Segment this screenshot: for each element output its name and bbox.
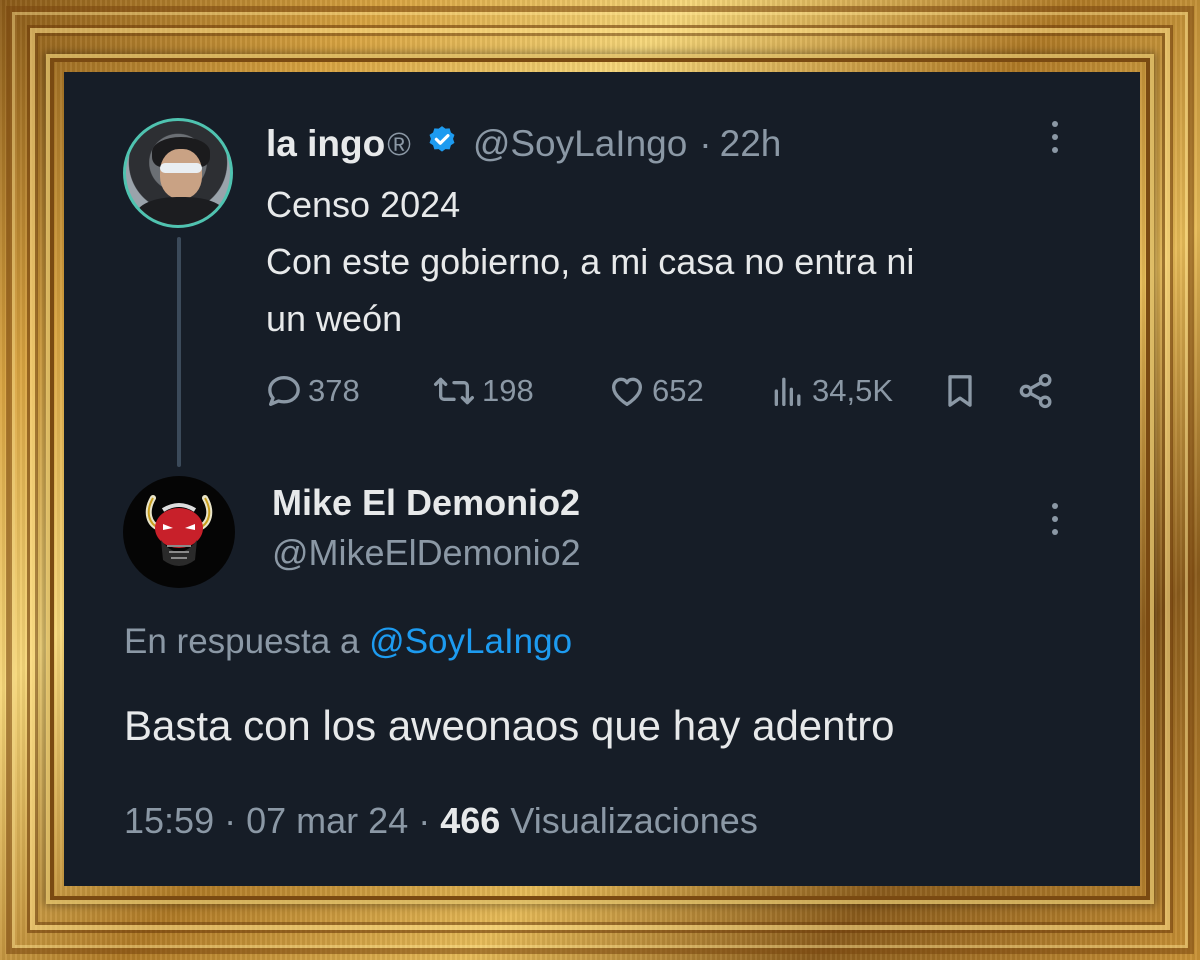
tweet-action-bar: 378 198 652 34,5K bbox=[264, 370, 1064, 412]
parent-handle[interactable]: @SoyLaIngo bbox=[473, 123, 687, 165]
like-button[interactable]: 652 bbox=[606, 370, 704, 412]
more-icon[interactable] bbox=[1046, 500, 1064, 545]
meta-separator: · bbox=[224, 800, 237, 841]
reply-view-count[interactable]: 466 bbox=[440, 800, 500, 841]
demon-avatar-icon bbox=[145, 495, 213, 566]
parent-time-ago[interactable]: 22h bbox=[720, 123, 782, 165]
retweet-button[interactable]: 198 bbox=[430, 370, 534, 412]
share-icon bbox=[1019, 373, 1052, 409]
tweet-text-line: Censo 2024 bbox=[266, 184, 461, 225]
parent-display-name[interactable]: la ingo bbox=[266, 123, 385, 165]
retweet-icon bbox=[434, 377, 475, 405]
reply-tweet-text: Basta con los aweonaos que hay adentro bbox=[124, 702, 895, 749]
reply-date[interactable]: 07 mar 24 bbox=[246, 800, 408, 841]
in-reply-prefix: En respuesta a bbox=[124, 622, 360, 661]
retweet-count: 198 bbox=[482, 373, 534, 408]
meta-separator: · bbox=[418, 800, 431, 841]
reply-count: 378 bbox=[308, 373, 360, 408]
in-reply-to-line: En respuesta a @SoyLaIngo bbox=[124, 622, 572, 662]
verified-badge-icon bbox=[425, 124, 459, 167]
bookmark-button[interactable] bbox=[940, 370, 980, 412]
tweet-text-line: Con este gobierno, a mi casa no entra ni bbox=[266, 241, 915, 282]
parent-tweet-header: la ingo ® @SoyLaIngo · 22h bbox=[266, 122, 781, 166]
tweet-text-line: un weón bbox=[266, 298, 403, 339]
bookmark-icon bbox=[948, 375, 972, 407]
share-button[interactable] bbox=[1016, 370, 1056, 412]
like-icon bbox=[612, 377, 642, 406]
views-button[interactable]: 34,5K bbox=[768, 370, 893, 412]
parent-author-avatar[interactable] bbox=[123, 118, 233, 228]
registered-mark: ® bbox=[387, 125, 411, 162]
reply-icon bbox=[268, 376, 300, 406]
thread-connector-line bbox=[177, 237, 181, 467]
reply-button[interactable]: 378 bbox=[264, 370, 360, 412]
more-icon[interactable] bbox=[1046, 118, 1064, 163]
reply-handle[interactable]: @MikeElDemonio2 bbox=[272, 532, 581, 574]
reply-display-name[interactable]: Mike El Demonio2 bbox=[272, 482, 580, 524]
in-reply-mention-link[interactable]: @SoyLaIngo bbox=[369, 622, 572, 661]
reply-time[interactable]: 15:59 bbox=[124, 800, 214, 841]
views-label: Visualizaciones bbox=[510, 800, 758, 841]
header-separator: · bbox=[699, 123, 712, 164]
parent-tweet-text: Censo 2024 Con este gobierno, a mi casa … bbox=[266, 176, 1086, 347]
views-icon bbox=[774, 377, 801, 406]
views-count: 34,5K bbox=[812, 373, 894, 408]
reply-meta-line: 15:59 · 07 mar 24 · 466 Visualizaciones bbox=[124, 800, 758, 842]
like-count: 652 bbox=[652, 373, 704, 408]
reply-author-avatar[interactable] bbox=[123, 476, 235, 588]
